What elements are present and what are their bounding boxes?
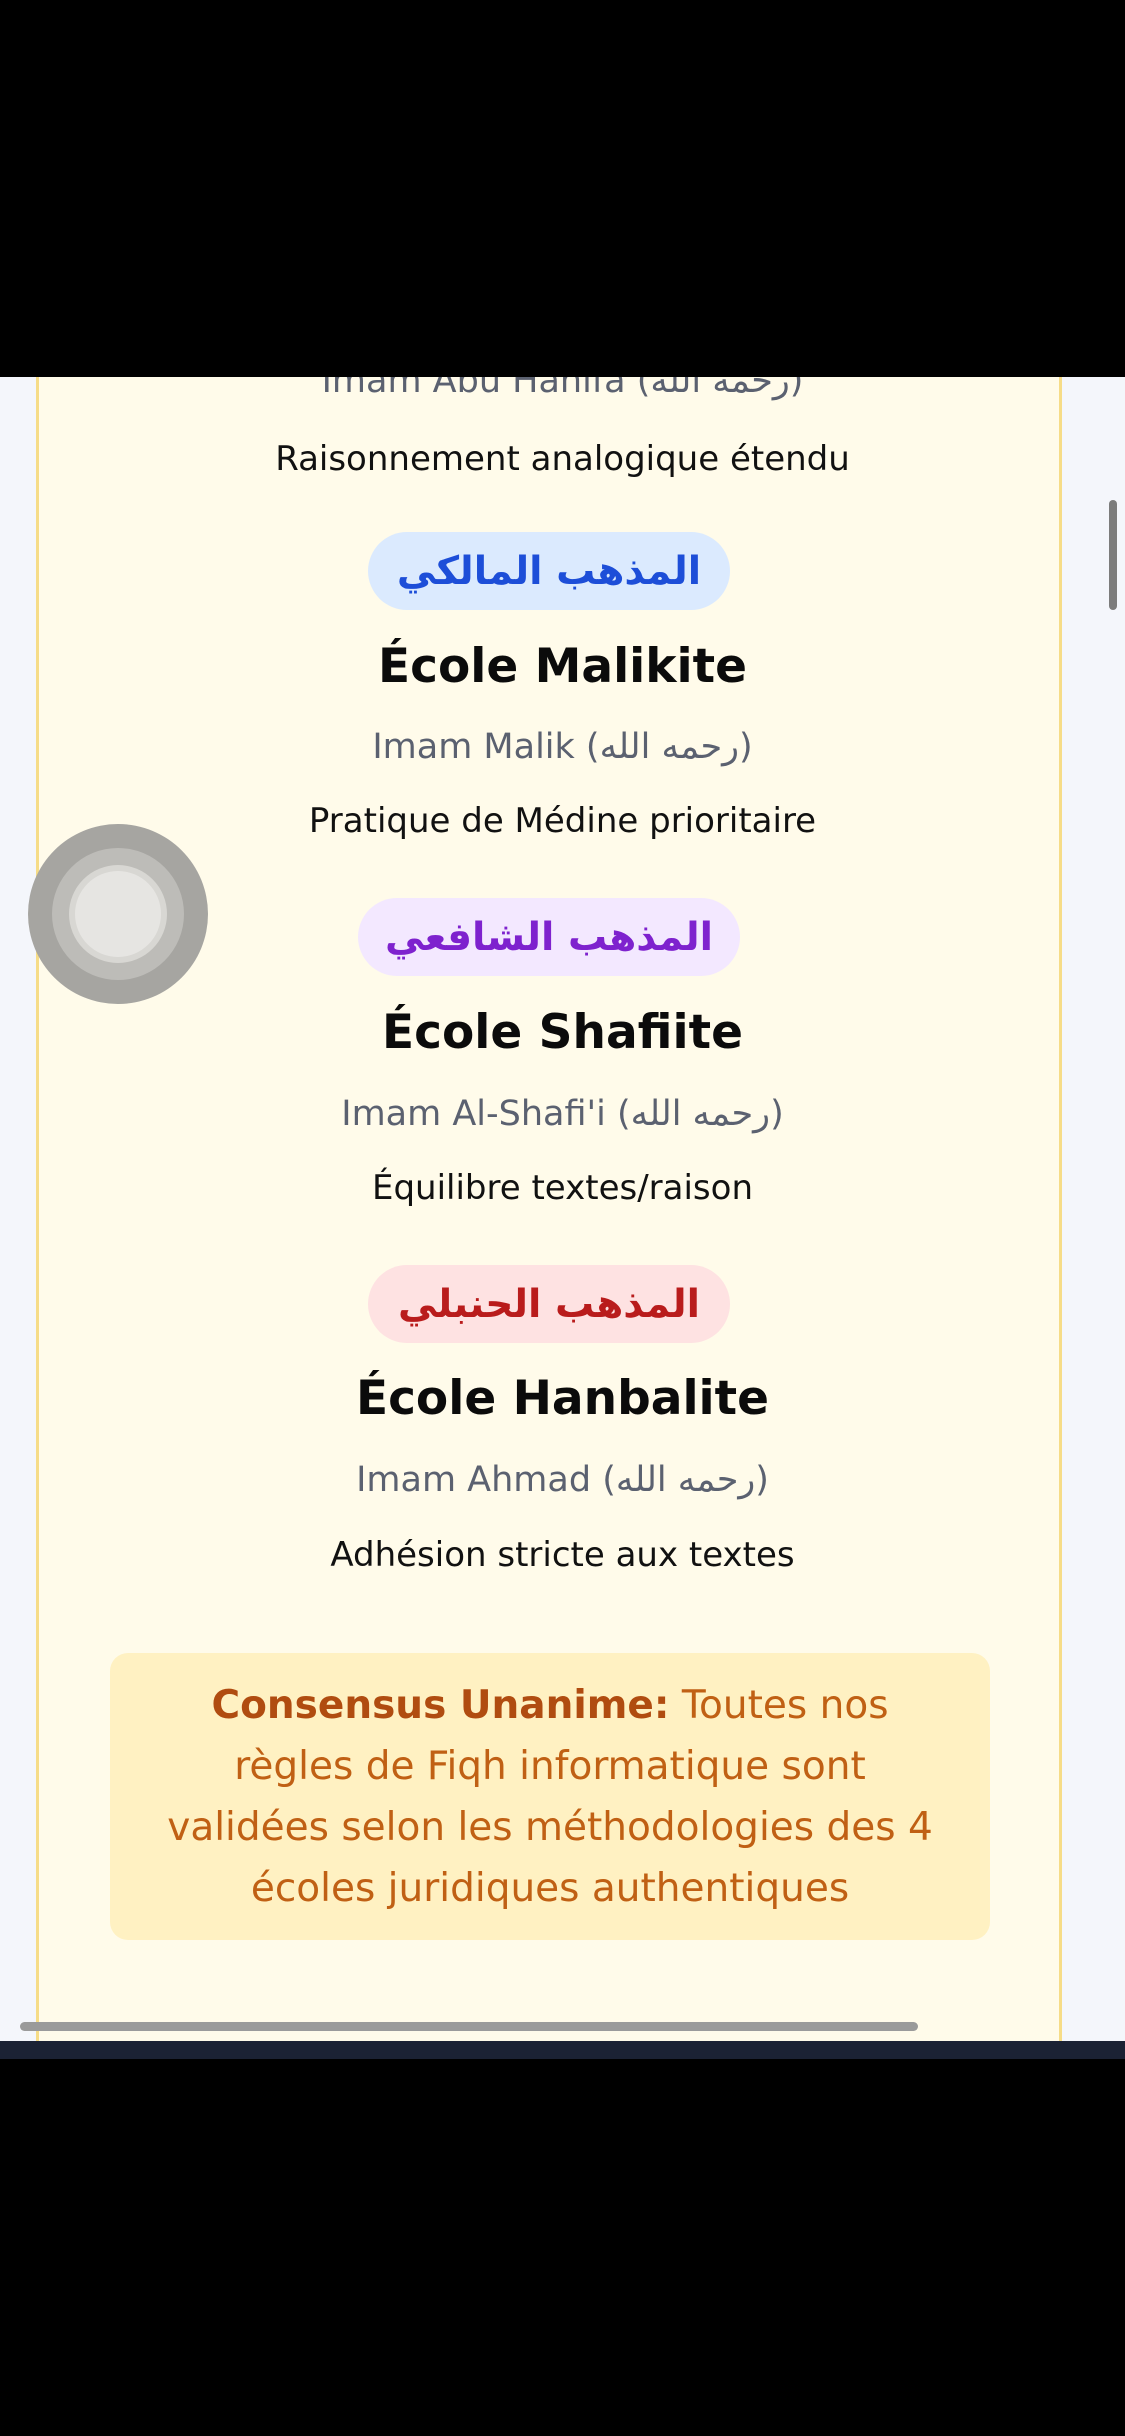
- assistive-touch-ring: [52, 848, 184, 980]
- hanbali-arabic-badge: المذهب الحنبلي: [368, 1265, 730, 1343]
- shafii-title: École Shafiite: [382, 1005, 743, 1060]
- horizontal-scrollbar[interactable]: [20, 2022, 918, 2031]
- maliki-description: Pratique de Médine prioritaire: [308, 801, 817, 841]
- consensus-label: Consensus Unanime:: [211, 1683, 670, 1728]
- assistive-touch-core: [75, 871, 161, 957]
- shafii-arabic-badge: المذهب الشافعي: [358, 898, 740, 976]
- maliki-title: École Malikite: [377, 639, 748, 694]
- web-content: Imam Abu Hanifa (رحمه الله) Raisonnement…: [0, 377, 1125, 2042]
- maliki-arabic-badge: المذهب المالكي: [368, 532, 730, 610]
- vertical-scrollbar[interactable]: [1109, 500, 1117, 610]
- hanafi-description: Raisonnement analogique étendu: [275, 439, 850, 479]
- hanbali-title: École Hanbalite: [355, 1371, 770, 1426]
- hanbali-imam: Imam Ahmad (رحمه الله): [356, 1460, 769, 1500]
- imam-abu-hanifa: Imam Abu Hanifa (رحمه الله): [321, 377, 804, 401]
- bottom-bar-strip: [0, 2041, 1125, 2059]
- assistive-touch-icon[interactable]: [28, 824, 208, 1004]
- consensus-note: Consensus Unanime: Toutes nos règles de …: [110, 1653, 990, 1940]
- assistive-touch-inner-ring: [69, 865, 167, 963]
- maliki-imam: Imam Malik (رحمه الله): [372, 727, 753, 767]
- hanbali-description: Adhésion stricte aux textes: [330, 1535, 795, 1575]
- shafii-imam: Imam Al-Shafi'i (رحمه الله): [341, 1094, 784, 1134]
- shafii-description: Équilibre textes/raison: [371, 1168, 753, 1208]
